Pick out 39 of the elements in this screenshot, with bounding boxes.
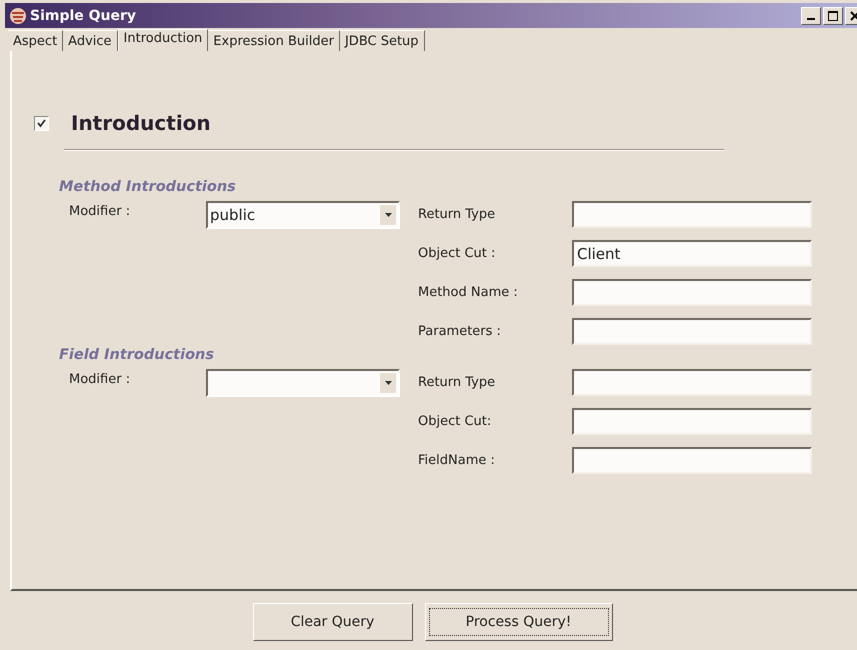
checkmark-icon bbox=[37, 118, 46, 128]
checkbox[interactable] bbox=[34, 116, 49, 130]
input-field[interactable] bbox=[572, 279, 812, 306]
maximize-button[interactable] bbox=[823, 6, 843, 24]
action-button[interactable]: Clear Query bbox=[252, 603, 412, 641]
input-field[interactable] bbox=[572, 318, 812, 345]
input-field[interactable] bbox=[572, 447, 812, 474]
maximize-icon bbox=[828, 10, 838, 20]
input-field[interactable] bbox=[572, 408, 812, 435]
caret-icon bbox=[384, 213, 392, 217]
field-label: Modifier : bbox=[69, 372, 132, 387]
minimize-icon bbox=[807, 18, 815, 20]
input-field[interactable]: Client bbox=[572, 240, 812, 267]
tab[interactable]: Introduction bbox=[118, 29, 208, 51]
field-label: FieldName : bbox=[418, 453, 496, 468]
section-title: Introduction bbox=[71, 111, 211, 135]
close-icon bbox=[850, 10, 857, 20]
group-heading: Method Introductions bbox=[59, 179, 237, 195]
tab[interactable]: JDBC Setup bbox=[340, 30, 425, 51]
action-button[interactable]: Process Query! bbox=[424, 603, 612, 641]
input-field[interactable] bbox=[572, 369, 812, 396]
tab[interactable]: Expression Builder bbox=[208, 30, 340, 51]
input-field[interactable] bbox=[572, 201, 812, 228]
field-label: Method Name : bbox=[418, 285, 519, 300]
field-label: Object Cut: bbox=[418, 414, 492, 429]
tab[interactable]: Advice bbox=[63, 30, 118, 51]
app-icon bbox=[9, 6, 27, 24]
window-title: Simple Query bbox=[30, 8, 138, 24]
minimize-button[interactable] bbox=[801, 6, 821, 24]
group-heading: Field Introductions bbox=[59, 347, 215, 363]
field-label: Return Type bbox=[418, 207, 496, 222]
tab[interactable]: Aspect bbox=[8, 30, 64, 51]
field-label: Modifier : bbox=[69, 204, 132, 219]
field-label: Return Type bbox=[418, 375, 496, 390]
field-label: Object Cut : bbox=[418, 246, 496, 261]
modifier-dropdown[interactable] bbox=[206, 369, 400, 397]
field-label: Parameters : bbox=[418, 324, 502, 339]
caret-icon bbox=[384, 381, 392, 385]
modifier-dropdown[interactable]: public bbox=[206, 201, 400, 229]
